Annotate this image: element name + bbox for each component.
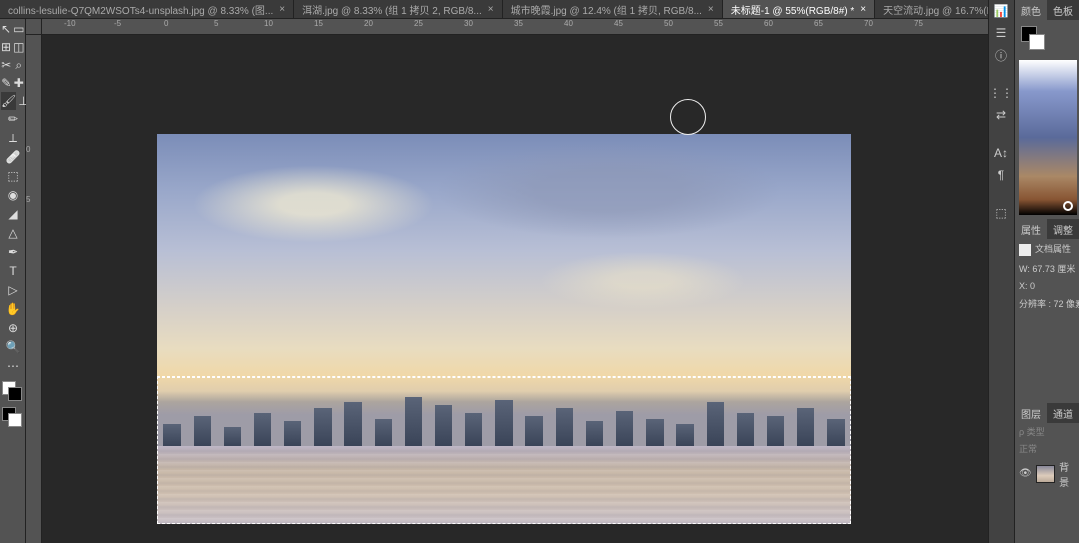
document-tabs: collins-lesulie-Q7QM2WSOTs4-unsplash.jpg… [0, 0, 1079, 19]
navigator-icon[interactable]: ☰ [989, 22, 1013, 44]
tab-color[interactable]: 颜色 [1015, 0, 1047, 20]
close-icon[interactable]: × [279, 4, 285, 15]
marquee-tool[interactable]: ⊞ [1, 38, 11, 56]
character-icon[interactable]: A↕ [989, 142, 1013, 164]
move-tool[interactable]: ↖ [1, 20, 11, 38]
artboard-tool[interactable]: ▭ [13, 20, 24, 38]
adjust-icon[interactable]: ⋮⋮ [989, 82, 1013, 104]
lasso-tool[interactable]: ✂ [1, 56, 12, 74]
ruler-origin[interactable] [26, 19, 42, 35]
eyedropper-tool[interactable]: ✎ [1, 74, 12, 92]
layer-name: 背景 [1059, 459, 1075, 489]
right-panels: 颜色 色板 属性 调整 文档属性 W: 67.73 厘米 X: 0 分辨率 : … [1014, 0, 1079, 543]
x-field[interactable]: X: 0 [1015, 278, 1079, 294]
heal-tool[interactable]: ✚ [14, 74, 25, 92]
library-icon[interactable]: ⬚ [989, 202, 1013, 224]
frame-tool[interactable]: ⌕ [14, 56, 25, 74]
color-spectrum[interactable] [1019, 60, 1077, 215]
canvas-area: -10 -5 0 5 10 15 20 25 30 35 40 45 50 55… [26, 19, 988, 543]
fg-bg-swatch[interactable] [1021, 26, 1045, 50]
dodge-tool[interactable]: △ [1, 224, 25, 242]
hand-tool[interactable]: ✋ [1, 300, 25, 318]
styles-icon[interactable]: ⇄ [989, 104, 1013, 126]
tab-0[interactable]: collins-lesulie-Q7QM2WSOTs4-unsplash.jpg… [0, 0, 294, 18]
tab-channels[interactable]: 通道 [1047, 403, 1079, 423]
more-tools[interactable]: ⋯ [1, 357, 25, 375]
info-icon[interactable]: ⓘ [989, 44, 1013, 66]
pen-tool[interactable]: ✒ [1, 243, 25, 261]
doc-properties-header: 文档属性 [1015, 239, 1079, 259]
selection-marquee [157, 376, 851, 524]
marquee-rect-tool[interactable]: ⬚ [1, 167, 25, 185]
close-icon[interactable]: × [488, 4, 494, 15]
image-content [157, 134, 851, 524]
zoom-tool[interactable]: 🔍 [1, 338, 25, 356]
crop-tool[interactable]: ◫ [13, 38, 24, 56]
tab-1[interactable]: 洱湖.jpg @ 8.33% (组 1 拷贝 2, RGB/8...× [294, 0, 503, 18]
type-tool[interactable]: T [1, 262, 25, 280]
patch-tool[interactable]: 🩹 [1, 148, 25, 166]
layer-thumbnail[interactable] [1036, 465, 1055, 483]
layer-panel-tabs: 图层 通道 [1015, 403, 1079, 423]
brush-tool[interactable]: 🖌 [1, 92, 16, 110]
collapsed-panels: 📊 ☰ ⓘ ⋮⋮ ⇄ A↕ ¶ ⬚ [988, 0, 1014, 543]
canvas[interactable] [157, 134, 851, 524]
tab-layers[interactable]: 图层 [1015, 403, 1047, 423]
tab-3[interactable]: 未标题-1 @ 55%(RGB/8#) *× [723, 0, 875, 18]
color-swatches[interactable] [0, 379, 24, 403]
blend-mode-select[interactable]: 正常 [1019, 444, 1037, 454]
blur-tool[interactable]: ◢ [1, 205, 25, 223]
tools-panel: ↖▭ ⊞◫ ✂⌕ ✎✚ 🖌⊥ ✏ ⟂ 🩹 ⬚ ◉ ◢ △ ✒ T ▷ ✋ ⊕ 🔍… [0, 19, 26, 543]
tab-2[interactable]: 城市晚霞.jpg @ 12.4% (组 1 拷贝, RGB/8...× [503, 0, 723, 18]
tab-adjust[interactable]: 调整 [1047, 219, 1079, 239]
close-icon[interactable]: × [860, 4, 866, 15]
path-tool[interactable]: ▷ [1, 281, 25, 299]
ruler-horizontal[interactable]: -10 -5 0 5 10 15 20 25 30 35 40 45 50 55… [42, 19, 988, 35]
resolution-field[interactable]: 分辨率 : 72 像素 [1015, 294, 1079, 313]
visibility-icon[interactable]: 👁 [1019, 468, 1032, 479]
paragraph-icon[interactable]: ¶ [989, 164, 1013, 186]
history-brush-tool[interactable]: ✏ [1, 110, 25, 128]
prop-panel-tabs: 属性 调整 [1015, 219, 1079, 239]
tab-properties[interactable]: 属性 [1015, 219, 1047, 239]
brush-cursor-icon [670, 99, 706, 135]
layer-search[interactable]: ρ 类型 [1019, 427, 1045, 437]
width-field[interactable]: W: 67.73 厘米 [1015, 259, 1079, 278]
histogram-icon[interactable]: 📊 [989, 0, 1013, 22]
color-panel-tabs: 颜色 色板 [1015, 0, 1079, 20]
close-icon[interactable]: × [708, 4, 714, 15]
tab-swatches[interactable]: 色板 [1047, 0, 1079, 20]
ruler-vertical[interactable]: 0 5 [26, 35, 42, 543]
layer-row[interactable]: 👁 背景 [1015, 457, 1079, 491]
gradient-tool[interactable]: ◉ [1, 186, 25, 204]
eraser-tool[interactable]: ⟂ [1, 129, 25, 147]
mask-swatches[interactable] [0, 405, 24, 429]
rotate-tool[interactable]: ⊕ [1, 319, 25, 337]
